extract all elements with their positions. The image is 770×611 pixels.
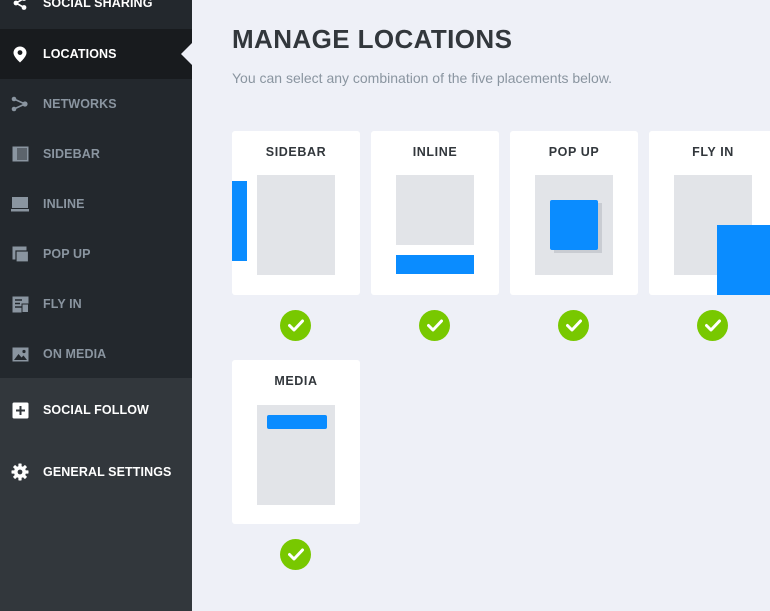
sidebar-item-label: GENERAL SETTINGS — [43, 465, 172, 479]
page-preview — [257, 175, 335, 275]
location-card-title: MEDIA — [274, 374, 318, 388]
location-pin-icon — [11, 45, 29, 63]
location-card-inline[interactable]: INLINE — [371, 131, 499, 295]
sidebar: SOCIAL SHARING LOCATIONS NETWORKS SIDEBA… — [0, 0, 192, 611]
sidebar-item-label: INLINE — [43, 197, 85, 211]
sidebar-item-label: FLY IN — [43, 297, 82, 311]
page-title: MANAGE LOCATIONS — [232, 24, 513, 54]
sidebar-item-label: SOCIAL FOLLOW — [43, 403, 149, 417]
flyin-layout-icon — [11, 295, 29, 313]
sidebar-placement-preview — [232, 181, 247, 261]
location-card-media[interactable]: MEDIA — [232, 360, 360, 524]
sidebar-item-general-settings[interactable]: GENERAL SETTINGS — [0, 447, 192, 497]
flyin-placement-preview — [717, 225, 770, 295]
sidebar-item-social-follow[interactable]: SOCIAL FOLLOW — [0, 385, 192, 435]
sidebar-item-label: POP UP — [43, 247, 91, 261]
popup-placement-preview — [550, 200, 598, 250]
check-icon-inline[interactable] — [419, 310, 450, 341]
inline-placement-preview — [396, 255, 474, 274]
sidebar-item-on-media[interactable]: ON MEDIA — [0, 329, 192, 379]
media-placement-preview — [267, 415, 327, 429]
share-icon — [11, 0, 29, 12]
sidebar-item-sidebar[interactable]: SIDEBAR — [0, 129, 192, 179]
plus-square-icon — [11, 401, 29, 419]
sidebar-layout-icon — [11, 145, 29, 163]
sidebar-item-fly-in[interactable]: FLY IN — [0, 279, 192, 329]
location-card-pop-up[interactable]: POP UP — [510, 131, 638, 295]
sidebar-item-networks[interactable]: NETWORKS — [0, 79, 192, 129]
check-icon-media[interactable] — [280, 539, 311, 570]
location-card-title: INLINE — [412, 145, 458, 159]
location-card-fly-in[interactable]: FLY IN — [649, 131, 770, 295]
popup-layout-icon — [11, 245, 29, 263]
location-card-sidebar[interactable]: SIDEBAR — [232, 131, 360, 295]
sidebar-item-label: ON MEDIA — [43, 347, 107, 361]
page-preview — [396, 175, 474, 245]
location-card-title: FLY IN — [692, 145, 734, 159]
check-icon-pop-up[interactable] — [558, 310, 589, 341]
sidebar-item-inline[interactable]: INLINE — [0, 179, 192, 229]
sidebar-item-label: LOCATIONS — [43, 47, 117, 61]
sidebar-item-label: SIDEBAR — [43, 147, 100, 161]
check-icon-fly-in[interactable] — [697, 310, 728, 341]
page-subtitle: You can select any combination of the fi… — [232, 70, 613, 86]
location-card-title: SIDEBAR — [265, 145, 327, 159]
network-icon — [11, 95, 29, 113]
gear-icon — [11, 463, 29, 481]
sidebar-item-pop-up[interactable]: POP UP — [0, 229, 192, 279]
location-card-title: POP UP — [548, 145, 600, 159]
sidebar-item-social-sharing[interactable]: SOCIAL SHARING — [0, 0, 192, 28]
sidebar-item-label: NETWORKS — [43, 97, 117, 111]
image-icon — [11, 345, 29, 363]
check-icon-sidebar[interactable] — [280, 310, 311, 341]
inline-layout-icon — [11, 195, 29, 213]
sidebar-item-label: SOCIAL SHARING — [43, 0, 153, 10]
sidebar-item-locations[interactable]: LOCATIONS — [0, 29, 192, 79]
